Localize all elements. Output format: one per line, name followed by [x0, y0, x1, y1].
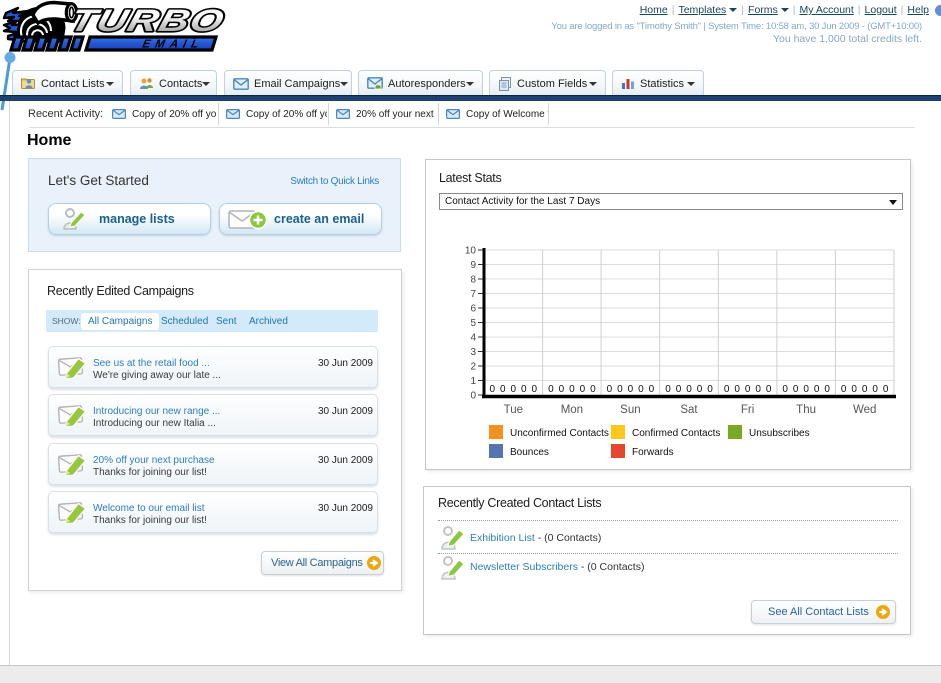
svg-text:0: 0: [803, 384, 809, 395]
svg-text:5: 5: [470, 318, 476, 329]
svg-text:0: 0: [548, 384, 554, 395]
svg-text:0: 0: [590, 384, 596, 395]
svg-text:0: 0: [734, 384, 740, 395]
svg-text:0: 0: [686, 384, 692, 395]
svg-text:4: 4: [470, 333, 476, 344]
svg-text:EMAIL: EMAIL: [141, 38, 204, 51]
svg-text:Sun: Sun: [620, 404, 640, 416]
svg-text:Fri: Fri: [741, 404, 754, 416]
svg-text:0: 0: [511, 384, 517, 395]
svg-text:0: 0: [841, 384, 847, 395]
svg-text:0: 0: [862, 384, 868, 395]
svg-text:6: 6: [470, 304, 476, 315]
svg-text:0: 0: [766, 384, 772, 395]
svg-text:Unconfirmed Contacts: Unconfirmed Contacts: [510, 428, 609, 439]
svg-text:0: 0: [617, 384, 623, 395]
svg-text:3: 3: [470, 347, 476, 358]
svg-text:0: 0: [665, 384, 671, 395]
svg-text:9: 9: [470, 260, 476, 271]
svg-text:Sat: Sat: [680, 404, 698, 416]
svg-text:0: 0: [782, 384, 788, 395]
svg-text:0: 0: [470, 391, 476, 402]
svg-text:0: 0: [532, 384, 538, 395]
svg-text:2: 2: [470, 362, 476, 373]
svg-text:0: 0: [676, 384, 682, 395]
svg-text:0: 0: [745, 384, 751, 395]
svg-text:Forwards: Forwards: [632, 447, 674, 458]
svg-text:0: 0: [824, 384, 830, 395]
svg-text:Thu: Thu: [796, 404, 816, 416]
svg-text:10: 10: [465, 246, 477, 257]
svg-text:0: 0: [814, 384, 820, 395]
svg-text:0: 0: [851, 384, 857, 395]
svg-text:0: 0: [580, 384, 586, 395]
svg-text:Wed: Wed: [853, 404, 876, 416]
svg-text:0: 0: [559, 384, 565, 395]
svg-text:1: 1: [470, 376, 476, 387]
svg-text:Bounces: Bounces: [510, 447, 549, 458]
svg-text:0: 0: [500, 384, 506, 395]
svg-text:0: 0: [755, 384, 761, 395]
svg-text:0: 0: [607, 384, 613, 395]
svg-text:0: 0: [872, 384, 878, 395]
svg-text:0: 0: [521, 384, 527, 395]
svg-text:0: 0: [697, 384, 703, 395]
svg-text:0: 0: [793, 384, 799, 395]
svg-text:0: 0: [628, 384, 634, 395]
svg-text:Tue: Tue: [504, 404, 523, 416]
svg-text:0: 0: [638, 384, 644, 395]
svg-text:0: 0: [724, 384, 730, 395]
svg-text:Unsubscribes: Unsubscribes: [749, 428, 810, 439]
svg-text:0: 0: [707, 384, 713, 395]
svg-text:0: 0: [490, 384, 496, 395]
svg-text:0: 0: [569, 384, 575, 395]
svg-text:0: 0: [883, 384, 889, 395]
svg-text:8: 8: [470, 275, 476, 286]
svg-text:Confirmed Contacts: Confirmed Contacts: [632, 428, 720, 439]
svg-text:Mon: Mon: [561, 404, 583, 416]
svg-text:TURBO: TURBO: [66, 3, 229, 37]
svg-text:7: 7: [470, 289, 476, 300]
svg-text:0: 0: [649, 384, 655, 395]
